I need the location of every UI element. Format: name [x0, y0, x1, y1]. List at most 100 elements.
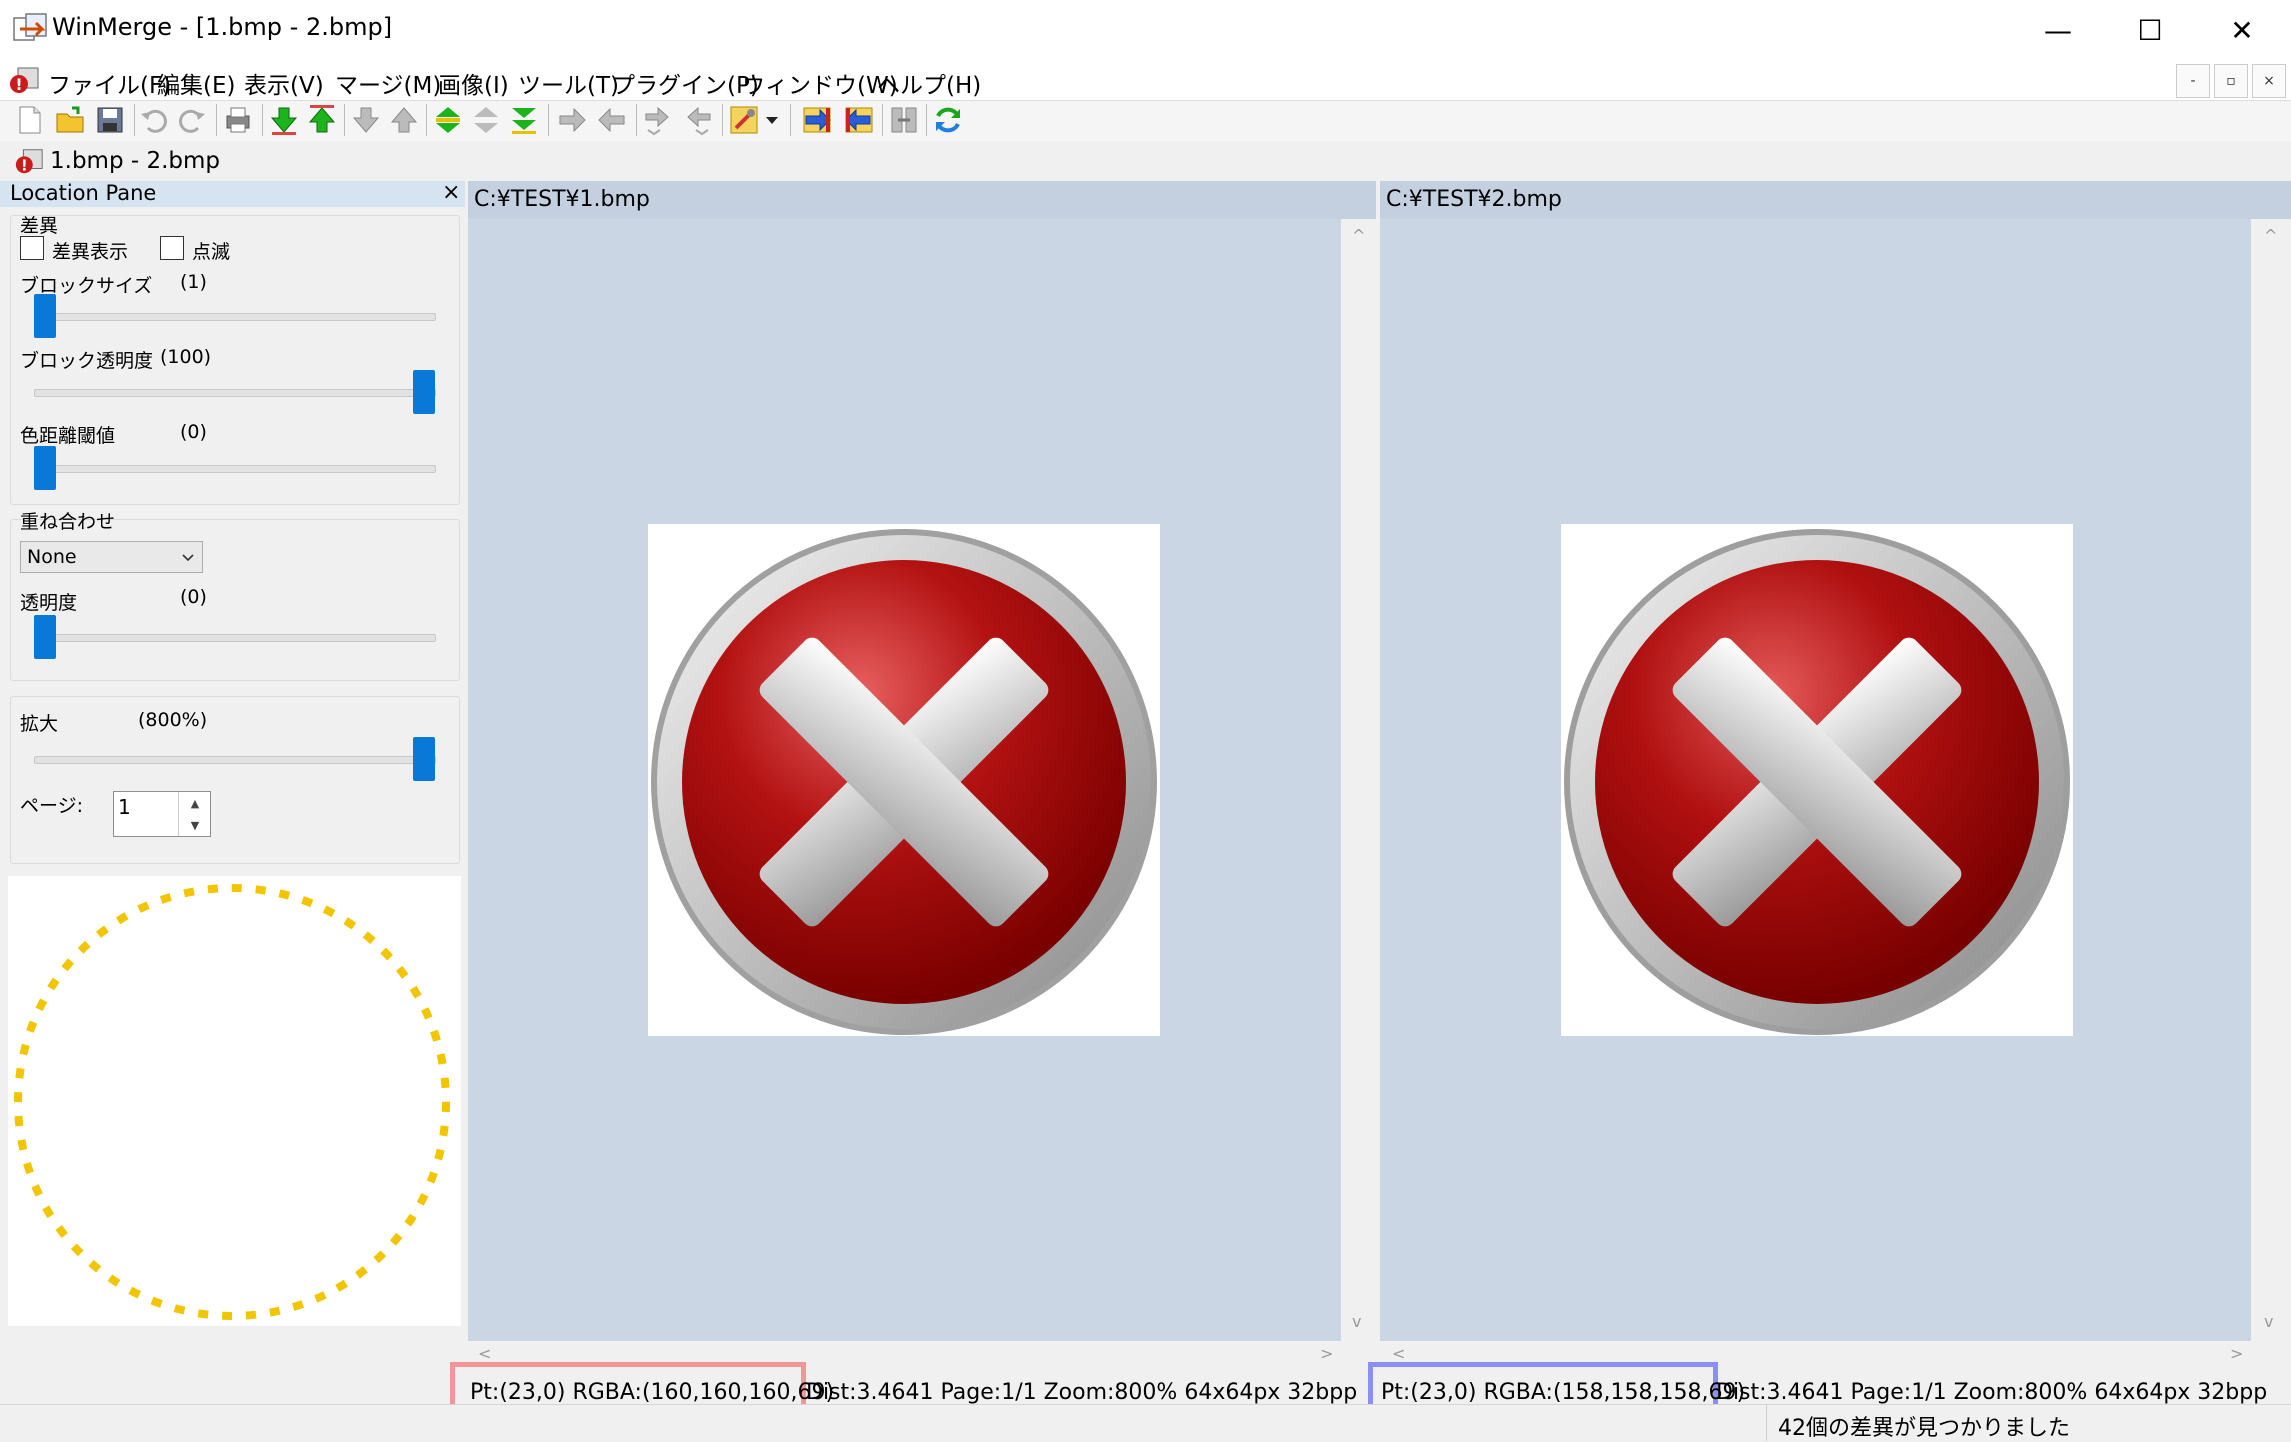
menu-help[interactable]: ヘルプ(H): [877, 66, 981, 100]
next-diff-icon[interactable]: [268, 104, 300, 136]
options-icon[interactable]: [728, 104, 760, 136]
left-pane-header: C:¥TEST¥1.bmp: [468, 181, 1376, 219]
toolbar-separator: [344, 104, 345, 136]
block-size-slider-thumb[interactable]: [34, 294, 56, 338]
right-scroll-left-arrow[interactable]: <: [1392, 1344, 1405, 1363]
new-icon[interactable]: [14, 104, 46, 136]
left-scroll-left-arrow[interactable]: <: [478, 1344, 491, 1363]
page-label: ページ:: [20, 795, 84, 817]
menu-file[interactable]: ファイル(F): [48, 66, 171, 100]
right-pane-path: C:¥TEST¥2.bmp: [1386, 187, 1562, 212]
save-icon[interactable]: [94, 104, 126, 136]
overlay-group-title: 重ね合わせ: [20, 511, 116, 533]
show-diff-checkbox[interactable]: [20, 236, 44, 260]
print-icon[interactable]: [222, 104, 254, 136]
copy-all-right-icon[interactable]: [802, 104, 834, 136]
color-threshold-slider-thumb[interactable]: [34, 446, 56, 490]
undo-icon[interactable]: [138, 104, 170, 136]
last-diff-icon[interactable]: [388, 104, 420, 136]
toolbar-separator: [548, 104, 549, 136]
location-preview[interactable]: [8, 876, 461, 1326]
toolbar-separator: [426, 104, 427, 136]
left-scroll-right-arrow[interactable]: >: [1320, 1344, 1333, 1363]
right-scroll-down-arrow[interactable]: v: [2264, 1312, 2273, 1331]
overlay-alpha-label: 透明度: [20, 592, 78, 614]
menu-view[interactable]: 表示(V): [244, 66, 324, 100]
menu-window[interactable]: ウィンドウ(W): [742, 66, 898, 100]
merge-icon[interactable]: [888, 104, 920, 136]
diff-group-title: 差異: [20, 215, 59, 237]
right-vertical-scrollbar[interactable]: [2251, 219, 2291, 1341]
toolbar-separator: [636, 104, 637, 136]
dropdown-icon[interactable]: [762, 104, 782, 136]
refresh-icon[interactable]: [932, 104, 964, 136]
svg-text:!: !: [21, 156, 28, 174]
color-threshold-value: (0): [180, 421, 207, 443]
right-status-pixel: Pt:(23,0) RGBA:(158,158,158,69): [1381, 1380, 1746, 1405]
mdi-close-button[interactable]: ×: [2252, 64, 2286, 98]
left-vertical-scrollbar[interactable]: [1341, 219, 1381, 1341]
menu-plugins[interactable]: プラグイン(P): [612, 66, 759, 100]
document-icon[interactable]: !: [8, 64, 40, 96]
block-alpha-slider-thumb[interactable]: [413, 370, 435, 414]
document-tab-label: 1.bmp - 2.bmp: [50, 148, 221, 174]
copy-all-left-icon[interactable]: [842, 104, 874, 136]
overlay-mode-select[interactable]: None: [20, 541, 203, 573]
current-diff-icon[interactable]: [432, 104, 464, 136]
minimize-button[interactable]: —: [2012, 0, 2104, 60]
left-scroll-down-arrow[interactable]: v: [1352, 1312, 1361, 1331]
zoom-label: 拡大: [20, 713, 59, 735]
document-tab[interactable]: ! 1.bmp - 2.bmp: [6, 144, 228, 178]
chevron-down-icon: [182, 554, 194, 562]
redo-icon[interactable]: [176, 104, 208, 136]
close-window-button[interactable]: ✕: [2196, 0, 2288, 60]
right-pane-header: C:¥TEST¥2.bmp: [1380, 181, 2291, 219]
toolbar-separator: [722, 104, 723, 136]
prev-conflict-icon[interactable]: [508, 104, 540, 136]
blink-label: 点滅: [192, 241, 231, 263]
document-tab-bar: [0, 141, 2291, 181]
menu-edit[interactable]: 編集(E): [157, 66, 235, 100]
right-scroll-up-arrow[interactable]: ^: [2264, 226, 2277, 245]
block-alpha-value: (100): [160, 346, 212, 368]
first-diff-icon[interactable]: [350, 104, 382, 136]
block-alpha-slider-track[interactable]: [34, 389, 436, 397]
window-title: WinMerge - [1.bmp - 2.bmp]: [52, 13, 393, 41]
overlay-alpha-slider-thumb[interactable]: [34, 615, 56, 659]
zoom-slider-track[interactable]: [34, 756, 436, 764]
copy-left-icon[interactable]: [596, 104, 628, 136]
menu-tools[interactable]: ツール(T): [518, 66, 619, 100]
winmerge-app-icon[interactable]: [12, 12, 50, 46]
copy-right-advance-icon[interactable]: [642, 104, 674, 136]
mdi-minimize-button[interactable]: -: [2176, 64, 2210, 98]
left-scroll-up-arrow[interactable]: ^: [1352, 226, 1365, 245]
mdi-restore-button[interactable]: ▫: [2214, 64, 2248, 98]
maximize-button[interactable]: ☐: [2104, 0, 2196, 60]
block-size-slider-track[interactable]: [34, 313, 436, 321]
location-pane-title: Location Pane: [10, 181, 157, 205]
toolbar-separator: [262, 104, 263, 136]
copy-right-icon[interactable]: [556, 104, 588, 136]
copy-left-advance-icon[interactable]: [682, 104, 714, 136]
svg-text:!: !: [15, 75, 22, 94]
toolbar-separator: [134, 104, 135, 136]
page-up-button[interactable]: ▲: [178, 792, 211, 814]
page-stepper-value: 1: [118, 795, 131, 819]
open-icon[interactable]: [54, 104, 86, 136]
status-divider: [1766, 1404, 1767, 1441]
menu-image[interactable]: 画像(I): [438, 66, 509, 100]
location-pane-close-button[interactable]: ×: [442, 180, 460, 205]
menu-merge[interactable]: マージ(M): [335, 66, 441, 100]
prev-diff-icon[interactable]: [306, 104, 338, 136]
next-conflict-icon[interactable]: [470, 104, 502, 136]
document-error-icon: !: [15, 149, 43, 174]
zoom-slider-thumb[interactable]: [413, 737, 435, 781]
color-threshold-slider-track[interactable]: [34, 465, 436, 473]
toolbar-separator: [882, 104, 883, 136]
right-scroll-right-arrow[interactable]: >: [2230, 1344, 2243, 1363]
page-down-button[interactable]: ▼: [178, 814, 211, 836]
blink-checkbox[interactable]: [160, 236, 184, 260]
left-status-info: Dist:3.4641 Page:1/1 Zoom:800% 64x64px 3…: [806, 1380, 1358, 1405]
overlay-alpha-slider-track[interactable]: [34, 634, 436, 642]
toolbar-separator: [216, 104, 217, 136]
